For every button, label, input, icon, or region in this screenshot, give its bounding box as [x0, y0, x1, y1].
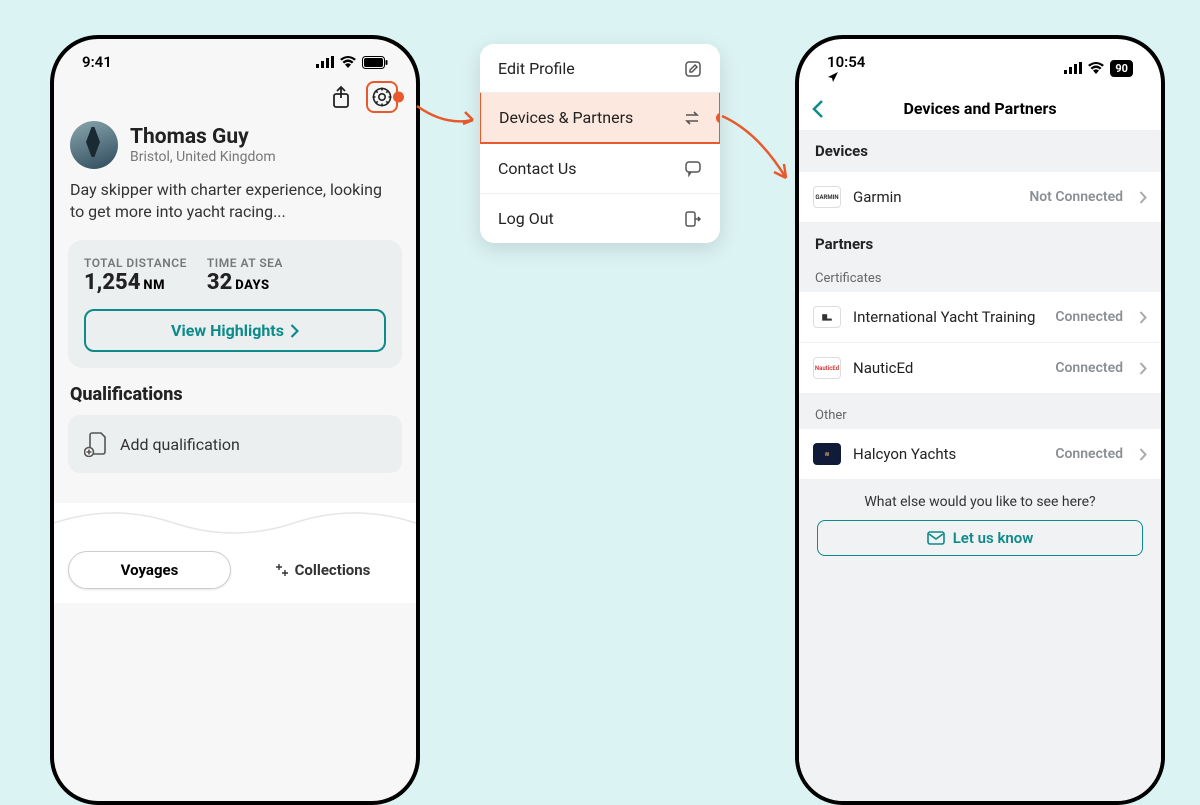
nauticed-logo-icon: NauticEd [813, 357, 841, 379]
chevron-right-icon [1139, 362, 1147, 375]
phone-profile-screen: 9:41 Thomas Guy [50, 35, 420, 805]
battery-percent: 90 [1110, 60, 1133, 77]
halcyon-logo-icon: ≋ [813, 443, 841, 465]
certificates-subheader: Certificates [799, 265, 1161, 292]
profile-header: Thomas Guy Bristol, United Kingdom [54, 121, 416, 175]
profile-actions [54, 77, 416, 121]
menu-log-out-label: Log Out [498, 209, 554, 228]
other-subheader: Other [799, 394, 1161, 429]
signal-icon [316, 56, 334, 68]
mail-icon [927, 531, 945, 545]
row-nauticed[interactable]: NauticEd NauticEd Connected [799, 343, 1161, 394]
stats-card: TOTAL DISTANCE 1,254NM TIME AT SEA 32DAY… [68, 240, 402, 368]
row-iyt-status: Connected [1055, 309, 1123, 325]
row-nauticed-label: NauticEd [853, 359, 1043, 377]
share-button[interactable] [326, 82, 356, 112]
edit-icon [684, 60, 702, 78]
settings-popover: Edit Profile Devices & Partners Contact … [480, 44, 720, 243]
screen-header: Devices and Partners [799, 89, 1161, 130]
menu-devices-partners-highlighted[interactable]: Devices & Partners [480, 92, 720, 144]
tabs: Voyages Collections [54, 543, 416, 603]
sparkle-icon [273, 562, 289, 578]
add-qualification-button[interactable]: Add qualification [68, 415, 402, 473]
status-time: 9:41 [82, 53, 112, 71]
tab-collections-label: Collections [295, 561, 371, 579]
avatar[interactable] [70, 121, 118, 169]
menu-edit-profile-label: Edit Profile [498, 59, 575, 78]
view-highlights-button[interactable]: View Highlights [84, 309, 386, 352]
stat-time-label: TIME AT SEA [207, 256, 283, 270]
screen-body: Devices GARMIN Garmin Not Connected Part… [799, 130, 1161, 805]
stat-distance-label: TOTAL DISTANCE [84, 256, 187, 270]
flow-arrow-2 [718, 112, 796, 190]
row-halcyon[interactable]: ≋ Halcyon Yachts Connected [799, 429, 1161, 480]
row-garmin[interactable]: GARMIN Garmin Not Connected [799, 172, 1161, 223]
status-time-wrap: 10:54 [827, 53, 869, 83]
menu-log-out[interactable]: Log Out [480, 193, 720, 243]
row-garmin-label: Garmin [853, 188, 1017, 206]
menu-contact-us[interactable]: Contact Us [480, 143, 720, 193]
stat-distance-value: 1,254 [84, 270, 140, 295]
devices-header: Devices [799, 130, 1161, 172]
row-iyt-label: International Yacht Training [853, 308, 1043, 326]
statusbar: 9:41 [54, 39, 416, 77]
wave-divider [54, 503, 416, 543]
chevron-right-icon [290, 324, 299, 338]
add-document-icon [84, 431, 108, 457]
profile-location: Bristol, United Kingdom [130, 149, 276, 165]
row-nauticed-status: Connected [1055, 360, 1123, 376]
logout-icon [684, 210, 702, 228]
let-us-know-label: Let us know [953, 529, 1034, 547]
flow-arrow-1 [415, 98, 485, 128]
status-right [316, 56, 388, 69]
highlight-dot-icon [393, 92, 404, 103]
highlight-dot-icon [716, 112, 720, 123]
signal-icon [1064, 62, 1082, 74]
screen-title: Devices and Partners [903, 99, 1056, 118]
chevron-right-icon [1139, 448, 1147, 461]
menu-devices-partners-label: Devices & Partners [499, 108, 633, 127]
menu-contact-us-label: Contact Us [498, 159, 577, 178]
stat-distance-unit: NM [143, 278, 165, 293]
settings-button-highlighted[interactable] [366, 81, 398, 113]
menu-edit-profile[interactable]: Edit Profile [480, 44, 720, 93]
profile-name: Thomas Guy [130, 125, 276, 149]
row-halcyon-label: Halcyon Yachts [853, 445, 1043, 463]
view-highlights-label: View Highlights [171, 321, 284, 340]
partners-header: Partners [799, 223, 1161, 265]
chevron-right-icon [1139, 311, 1147, 324]
swap-icon [683, 110, 701, 126]
row-halcyon-status: Connected [1055, 446, 1123, 462]
status-time: 10:54 [827, 53, 865, 71]
row-garmin-status: Not Connected [1029, 189, 1123, 205]
feedback-prompt: What else would you like to see here? [799, 480, 1161, 520]
tab-voyages[interactable]: Voyages [68, 551, 231, 589]
profile-bio: Day skipper with charter experience, loo… [54, 175, 416, 234]
phone-devices-partners-screen: 10:54 90 Devices and Partners Devices GA… [795, 35, 1165, 805]
location-arrow-icon [827, 71, 869, 83]
statusbar: 10:54 90 [799, 39, 1161, 89]
tab-collections[interactable]: Collections [241, 551, 402, 589]
row-iyt[interactable]: ▇▂ International Yacht Training Connecte… [799, 292, 1161, 343]
stat-time-value: 32 [207, 270, 232, 295]
stat-time-unit: DAYS [235, 278, 269, 293]
wifi-icon [340, 56, 356, 68]
tab-voyages-label: Voyages [121, 561, 179, 579]
back-button[interactable] [811, 99, 824, 119]
chat-icon [684, 160, 702, 177]
let-us-know-button[interactable]: Let us know [817, 520, 1143, 556]
status-right: 90 [1064, 60, 1133, 77]
iyt-logo-icon: ▇▂ [813, 306, 841, 328]
battery-icon [362, 56, 388, 69]
chevron-right-icon [1139, 191, 1147, 204]
wifi-icon [1088, 62, 1104, 74]
add-qualification-label: Add qualification [120, 435, 240, 454]
qualifications-title: Qualifications [54, 382, 416, 415]
garmin-logo-icon: GARMIN [813, 186, 841, 208]
